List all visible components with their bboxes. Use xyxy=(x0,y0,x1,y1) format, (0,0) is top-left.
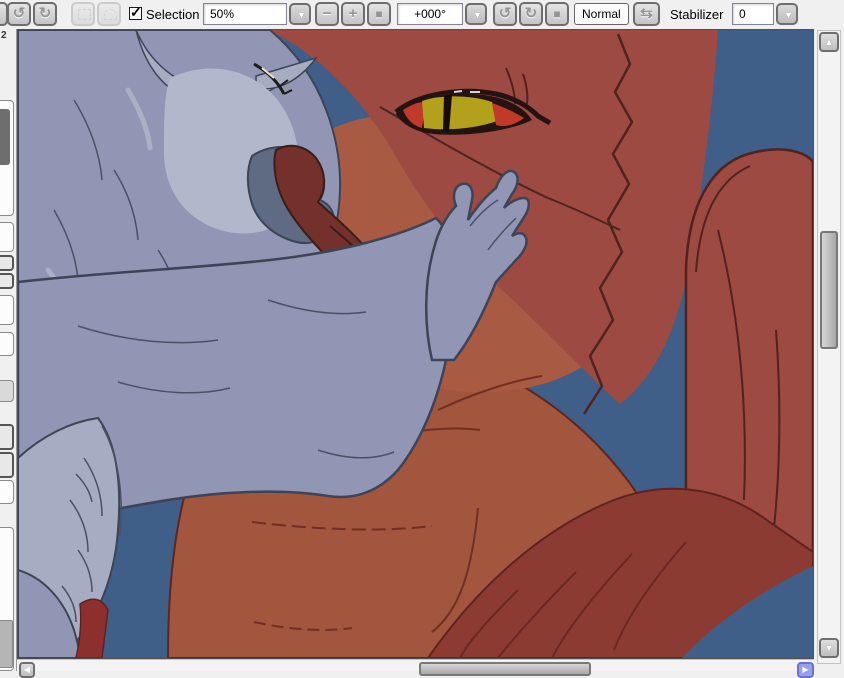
scroll-up-button[interactable]: ▲ xyxy=(819,32,839,52)
blend-mode-button[interactable]: Normal xyxy=(574,3,629,25)
flip-horizontal-button[interactable]: ⇆ xyxy=(633,2,660,26)
scroll-down-button[interactable]: ▼ xyxy=(819,638,839,658)
panel-button-partial[interactable] xyxy=(0,452,14,478)
zoom-reset-button[interactable]: ■ xyxy=(367,2,391,26)
redo-button[interactable]: ↻ xyxy=(33,2,57,26)
scroll-right-button[interactable]: ▶ xyxy=(797,662,814,678)
top-toolbar: ↺ ↻ ✓ Selection 50% ▼ − + ■ +000° ▼ ↺ ↻ … xyxy=(0,0,844,29)
undo-button[interactable]: ↺ xyxy=(7,2,31,26)
zoom-value-field[interactable]: 50% xyxy=(203,3,287,25)
horizontal-scroll-thumb[interactable] xyxy=(419,662,591,676)
horizontal-scrollbar[interactable]: ◀ ▶ xyxy=(17,659,814,678)
angle-dropdown-button[interactable]: ▼ xyxy=(465,3,487,25)
drawing-canvas[interactable] xyxy=(17,29,814,659)
zoom-in-button[interactable]: + xyxy=(341,2,365,26)
vertical-scrollbar[interactable]: ▲ ▼ xyxy=(817,30,841,664)
panel-box-partial[interactable] xyxy=(0,295,14,325)
panel-toggle-partial[interactable] xyxy=(0,255,14,271)
selection-checkbox[interactable]: ✓ xyxy=(129,4,142,20)
transform-button xyxy=(71,2,95,26)
perspective-button xyxy=(97,2,121,26)
stabilizer-dropdown-button[interactable]: ▼ xyxy=(776,3,798,25)
stabilizer-value-field[interactable]: 0 xyxy=(732,3,774,25)
perspective-icon xyxy=(104,9,117,20)
transform-icon xyxy=(78,9,91,20)
panel-box-partial[interactable] xyxy=(0,222,14,252)
panel-list-fill xyxy=(0,620,13,668)
panel-slider-partial[interactable] xyxy=(0,100,14,216)
scroll-left-button[interactable]: ◀ xyxy=(19,662,35,678)
slider-thumb[interactable] xyxy=(0,109,10,165)
rotate-cw-button[interactable]: ↻ xyxy=(519,2,543,26)
panel-box-partial[interactable] xyxy=(0,480,14,504)
zoom-dropdown-button[interactable]: ▼ xyxy=(289,3,311,25)
deep-red-patch xyxy=(75,598,109,658)
rotate-ccw-button[interactable]: ↺ xyxy=(493,2,517,26)
panel-toggle-partial[interactable] xyxy=(0,273,14,289)
panel-button-partial[interactable] xyxy=(0,380,14,402)
checkmark-icon: ✓ xyxy=(130,4,142,20)
rotate-reset-button[interactable]: ■ xyxy=(545,2,569,26)
angle-value-field[interactable]: +000° xyxy=(397,3,463,25)
panel-button-partial[interactable] xyxy=(0,424,14,450)
zoom-out-button[interactable]: − xyxy=(315,2,339,26)
selection-label: Selection xyxy=(146,7,200,22)
stabilizer-label: Stabilizer xyxy=(670,7,724,22)
left-panel-edge: 2 xyxy=(0,29,17,671)
panel-partial-value: 2 xyxy=(1,30,7,41)
panel-list-partial[interactable] xyxy=(0,527,14,671)
vertical-scroll-thumb[interactable] xyxy=(820,231,838,349)
panel-box-partial[interactable] xyxy=(0,332,14,356)
artwork-illustration xyxy=(18,30,813,658)
